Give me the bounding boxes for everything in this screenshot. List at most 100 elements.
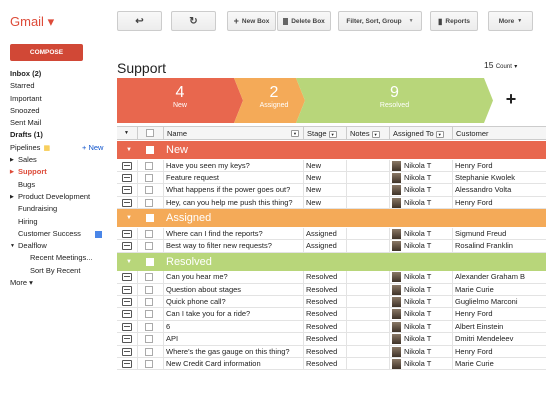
cell-stage[interactable]: Assigned bbox=[303, 228, 346, 239]
group-header-resolved[interactable]: ▼ Resolved bbox=[117, 252, 546, 271]
cell-name[interactable]: Hey, can you help me push this thing? bbox=[163, 197, 303, 208]
cell-customer[interactable]: Henry Ford bbox=[452, 160, 546, 171]
sidebar-item-inbox[interactable]: Inbox (2) bbox=[0, 68, 108, 80]
table-row[interactable]: Can I take you for a ride? Resolved Nikola… bbox=[117, 308, 546, 321]
cell-customer[interactable]: Henry Ford bbox=[452, 346, 546, 357]
cell-stage[interactable]: Resolved bbox=[303, 308, 346, 319]
cell-stage[interactable]: New bbox=[303, 184, 346, 195]
table-row[interactable]: Quick phone call? Resolved Nikola T Gugliel… bbox=[117, 296, 546, 309]
email-box-icon[interactable] bbox=[122, 161, 132, 170]
cell-notes[interactable] bbox=[346, 284, 389, 295]
compose-button[interactable]: COMPOSE bbox=[10, 44, 83, 61]
cell-name[interactable]: Feature request bbox=[163, 172, 303, 183]
cell-assigned-to[interactable]: Nikola T bbox=[389, 321, 452, 332]
row-checkbox[interactable] bbox=[145, 310, 153, 319]
cell-notes[interactable] bbox=[346, 184, 389, 195]
cell-name[interactable]: Question about stages bbox=[163, 284, 303, 295]
column-header-notes[interactable]: Notes ▼ bbox=[346, 127, 389, 140]
email-box-icon[interactable] bbox=[122, 242, 132, 251]
email-box-icon[interactable] bbox=[122, 186, 132, 195]
cell-notes[interactable] bbox=[346, 240, 389, 251]
row-checkbox[interactable] bbox=[145, 285, 153, 294]
row-checkbox[interactable] bbox=[145, 242, 153, 251]
cell-stage[interactable]: Assigned bbox=[303, 240, 346, 251]
email-box-icon[interactable] bbox=[122, 322, 132, 331]
cell-stage[interactable]: Resolved bbox=[303, 271, 346, 282]
table-row[interactable]: Feature request New Nikola T Stephanie Kwol… bbox=[117, 172, 546, 185]
cell-customer[interactable]: Dmitri Mendeleev bbox=[452, 333, 546, 344]
group-header-assigned[interactable]: ▼ Assigned bbox=[117, 209, 546, 228]
collapse-arrow-icon[interactable]: ▼ bbox=[126, 253, 132, 271]
new-pipeline-link[interactable]: + New bbox=[82, 142, 103, 154]
cell-notes[interactable] bbox=[346, 160, 389, 171]
table-row[interactable]: API Resolved Nikola T Dmitri Mendeleev bbox=[117, 333, 546, 346]
cell-name[interactable]: Quick phone call? bbox=[163, 296, 303, 307]
group-header-new[interactable]: ▼ New bbox=[117, 141, 546, 159]
collapse-arrow-icon[interactable]: ▼ bbox=[126, 209, 132, 227]
cell-name[interactable]: Where's the gas gauge on this thing? bbox=[163, 346, 303, 357]
collapse-arrow-icon[interactable]: ▼ bbox=[10, 240, 15, 252]
cell-customer[interactable]: Henry Ford bbox=[452, 308, 546, 319]
table-row[interactable]: New Credit Card information Resolved Nikol… bbox=[117, 358, 546, 371]
add-stage-button[interactable]: + bbox=[501, 89, 521, 110]
column-header-assigned-to[interactable]: Assigned To ▼ bbox=[389, 127, 452, 140]
cell-stage[interactable]: New bbox=[303, 197, 346, 208]
cell-customer[interactable]: Alessandro Volta bbox=[452, 184, 546, 195]
email-box-icon[interactable] bbox=[122, 273, 132, 282]
sidebar-item-sent[interactable]: Sent Mail bbox=[0, 117, 108, 129]
expand-arrow-icon[interactable]: ▶ bbox=[10, 191, 14, 203]
email-box-icon[interactable] bbox=[122, 310, 132, 319]
back-button[interactable]: ↩ bbox=[117, 11, 162, 31]
cell-customer[interactable]: Alexander Graham B bbox=[452, 271, 546, 282]
select-all-checkbox[interactable] bbox=[137, 127, 163, 140]
expand-arrow-icon[interactable]: ▶ bbox=[10, 166, 14, 178]
cell-assigned-to[interactable]: Nikola T bbox=[389, 358, 452, 369]
table-row[interactable]: Have you seen my keys? New Nikola T Henry F… bbox=[117, 159, 546, 172]
cell-assigned-to[interactable]: Nikola T bbox=[389, 240, 452, 252]
email-box-icon[interactable] bbox=[122, 174, 132, 182]
sidebar-item-starred[interactable]: Starred bbox=[0, 80, 108, 92]
cell-assigned-to[interactable]: Nikola T bbox=[389, 308, 452, 320]
app-title[interactable]: Gmail bbox=[10, 14, 44, 29]
cell-customer[interactable]: Marie Curie bbox=[452, 284, 546, 295]
sidebar-item-recent-meetings[interactable]: Recent Meetings... bbox=[0, 252, 108, 264]
column-menu-icon[interactable]: ▼ bbox=[291, 130, 299, 137]
group-checkbox[interactable] bbox=[146, 146, 154, 154]
cell-name[interactable]: New Credit Card information bbox=[163, 358, 303, 369]
row-checkbox[interactable] bbox=[145, 186, 153, 195]
row-checkbox[interactable] bbox=[145, 198, 153, 207]
select-menu-icon[interactable]: ▼ bbox=[117, 127, 137, 140]
sidebar-item-sales[interactable]: ▶ Sales bbox=[0, 154, 108, 166]
table-row[interactable]: Question about stages Resolved Nikola T Mar… bbox=[117, 283, 546, 296]
table-row[interactable]: 6 Resolved Nikola T Albert Einstein bbox=[117, 320, 546, 334]
stage-new[interactable]: 4 New bbox=[117, 78, 243, 123]
gmail-logo[interactable]: Gmail ▾ bbox=[10, 14, 54, 30]
table-row[interactable]: Hey, can you help me push this thing? New… bbox=[117, 196, 546, 210]
column-header-name[interactable]: Name ▼ bbox=[163, 127, 303, 140]
cell-notes[interactable] bbox=[346, 296, 389, 307]
more-button[interactable]: More ▼ bbox=[488, 11, 533, 31]
refresh-button[interactable]: ↻ bbox=[171, 11, 216, 31]
sidebar-item-sort-by-recent[interactable]: Sort By Recent bbox=[0, 265, 108, 277]
sidebar-item-bugs[interactable]: Bugs bbox=[0, 179, 108, 191]
column-menu-icon[interactable]: ▼ bbox=[328, 130, 337, 138]
cell-customer[interactable]: Guglielmo Marconi bbox=[452, 296, 546, 307]
cell-customer[interactable]: Marie Curie bbox=[452, 358, 546, 369]
cell-assigned-to[interactable]: Nikola T bbox=[389, 346, 452, 357]
cell-customer[interactable]: Albert Einstein bbox=[452, 321, 546, 332]
sidebar-item-drafts[interactable]: Drafts (1) bbox=[0, 129, 108, 141]
email-box-icon[interactable] bbox=[122, 229, 132, 238]
cell-stage[interactable]: Resolved bbox=[303, 358, 346, 369]
cell-name[interactable]: Where can I find the reports? bbox=[163, 228, 303, 239]
cell-customer[interactable]: Stephanie Kwolek bbox=[452, 172, 546, 183]
cell-stage[interactable]: New bbox=[303, 172, 346, 183]
sidebar-item-important[interactable]: Important bbox=[0, 93, 108, 105]
cell-notes[interactable] bbox=[346, 308, 389, 319]
stage-assigned[interactable]: 2 Assigned bbox=[243, 78, 305, 123]
cell-customer[interactable]: Rosalind Franklin bbox=[452, 240, 546, 251]
row-checkbox[interactable] bbox=[145, 347, 153, 356]
table-row[interactable]: Best way to filter new requests? Assigned… bbox=[117, 240, 546, 253]
email-box-icon[interactable] bbox=[122, 298, 132, 306]
cell-customer[interactable]: Henry Ford bbox=[452, 197, 546, 208]
column-header-customer[interactable]: Customer bbox=[452, 127, 546, 140]
